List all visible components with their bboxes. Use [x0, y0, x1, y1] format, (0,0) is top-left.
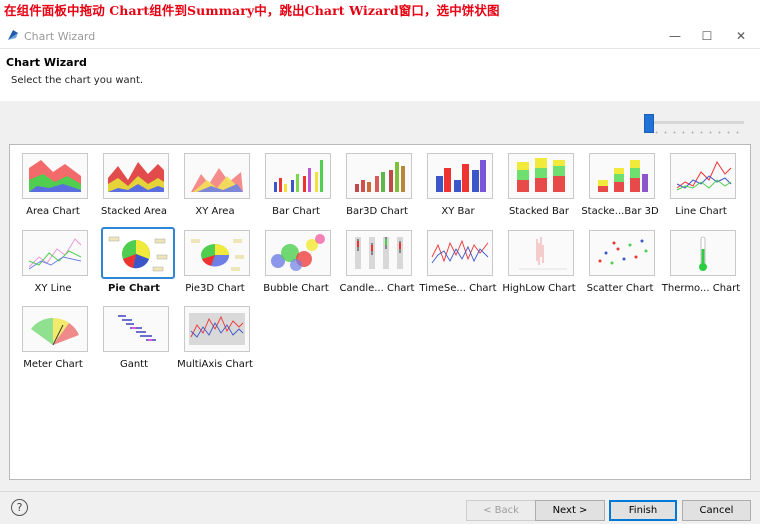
stacked-area-icon: [103, 153, 169, 199]
pie3d-chart-icon: [184, 230, 250, 276]
scatter-chart-icon: [589, 230, 655, 276]
wizard-footer: ? < Back Next > Finish Cancel: [0, 491, 760, 524]
chart-option-bubble[interactable]: Bubble Chart: [253, 222, 335, 296]
next-button[interactable]: Next >: [535, 500, 605, 521]
chart-option-stacked-bar[interactable]: Stacked Bar: [496, 145, 578, 219]
chart-option-scatter[interactable]: Scatter Chart: [577, 222, 659, 296]
finish-button[interactable]: Finish: [609, 500, 677, 521]
chart-option-label: Gantt: [119, 359, 149, 370]
chart-option-xy-bar[interactable]: XY Bar: [415, 145, 497, 219]
annotation-caption: 在组件面板中拖动 Chart组件到Summary中，跳出Chart Wizard…: [4, 3, 500, 18]
close-button[interactable]: ✕: [726, 27, 756, 45]
xy-line-icon: [22, 230, 88, 276]
window-title: Chart Wizard: [24, 30, 96, 43]
chart-option-line[interactable]: Line Chart: [658, 145, 740, 219]
chart-option-pie3d[interactable]: Pie3D Chart: [172, 222, 254, 296]
bar3d-chart-icon: [346, 153, 412, 199]
wizard-subtitle: Select the chart you want.: [11, 75, 144, 86]
wizard-header: Chart Wizard Select the chart you want.: [0, 48, 760, 102]
cancel-button[interactable]: Cancel: [682, 500, 751, 521]
window-titlebar: Chart Wizard — ☐ ✕: [0, 24, 760, 48]
chart-option-bar[interactable]: Bar Chart: [253, 145, 335, 219]
chart-option-timeseries[interactable]: TimeSe... Chart: [415, 222, 497, 296]
chart-option-label: Bar3D Chart: [346, 206, 408, 217]
chart-option-label: Scatter Chart: [586, 283, 654, 294]
chart-option-label: Candle... Chart: [339, 283, 415, 294]
area-chart-icon: [22, 153, 88, 199]
timeseries-chart-icon: [427, 230, 493, 276]
chart-option-pie[interactable]: Pie Chart: [91, 222, 175, 296]
minimize-button[interactable]: —: [660, 27, 690, 45]
gantt-chart-icon: [103, 306, 169, 352]
chart-option-label: Pie Chart: [108, 283, 160, 294]
multiaxis-chart-icon: [184, 306, 250, 352]
chart-option-label: Thermo... Chart: [661, 283, 741, 294]
back-button[interactable]: < Back: [466, 500, 536, 521]
chart-option-multiaxis[interactable]: MultiAxis Chart: [172, 298, 254, 372]
zoom-slider-track[interactable]: [647, 121, 744, 124]
zoom-slider-thumb[interactable]: [644, 114, 654, 133]
app-logo-icon: [8, 30, 18, 40]
chart-option-label: XY Bar: [441, 206, 475, 217]
chart-option-label: HighLow Chart: [502, 283, 576, 294]
wizard-title: Chart Wizard: [6, 56, 87, 69]
line-chart-icon: [670, 153, 736, 199]
chart-option-label: Stacke...Bar 3D: [581, 206, 659, 217]
chart-option-label: XY Line: [34, 283, 72, 294]
chart-option-stacked-bar3d[interactable]: Stacke...Bar 3D: [577, 145, 659, 219]
chart-option-xy-line[interactable]: XY Line: [10, 222, 92, 296]
highlow-chart-icon: [508, 230, 574, 276]
chart-option-label: Pie3D Chart: [185, 283, 245, 294]
chart-option-label: XY Area: [195, 206, 235, 217]
xy-bar-icon: [427, 153, 493, 199]
candlestick-chart-icon: [346, 230, 412, 276]
chart-option-xy-area[interactable]: XY Area: [172, 145, 254, 219]
bubble-chart-icon: [265, 230, 331, 276]
chart-option-area[interactable]: Area Chart: [10, 145, 92, 219]
chart-option-label: Area Chart: [26, 206, 80, 217]
thermometer-chart-icon: [670, 230, 736, 276]
chart-option-stacked-area[interactable]: Stacked Area: [91, 145, 173, 219]
chart-gallery: Area Chart Stacked Area XY Area Bar Char…: [9, 144, 751, 480]
bar-chart-icon: [265, 153, 331, 199]
chart-option-label: Stacked Area: [100, 206, 168, 217]
meter-chart-icon: [22, 306, 88, 352]
chart-option-gantt[interactable]: Gantt: [91, 298, 173, 372]
chart-option-label: Meter Chart: [23, 359, 83, 370]
chart-option-bar3d[interactable]: Bar3D Chart: [334, 145, 416, 219]
stacked-bar-icon: [508, 153, 574, 199]
xy-area-icon: [184, 153, 250, 199]
chart-option-label: Bar Chart: [272, 206, 320, 217]
stacked-bar3d-icon: [589, 153, 655, 199]
chart-option-label: Stacked Bar: [508, 206, 570, 217]
chart-option-meter[interactable]: Meter Chart: [10, 298, 92, 372]
chart-option-label: MultiAxis Chart: [177, 359, 253, 370]
maximize-button[interactable]: ☐: [692, 27, 722, 45]
pie-chart-icon: [101, 227, 175, 279]
chart-option-highlow[interactable]: HighLow Chart: [496, 222, 578, 296]
zoom-slider-ticks: [652, 131, 742, 134]
chart-option-label: Bubble Chart: [263, 283, 329, 294]
chart-option-label: TimeSe... Chart: [419, 283, 497, 294]
chart-option-thermometer[interactable]: Thermo... Chart: [658, 222, 740, 296]
chart-option-candlestick[interactable]: Candle... Chart: [334, 222, 416, 296]
chart-option-label: Line Chart: [675, 206, 727, 217]
help-icon[interactable]: ?: [11, 499, 28, 516]
